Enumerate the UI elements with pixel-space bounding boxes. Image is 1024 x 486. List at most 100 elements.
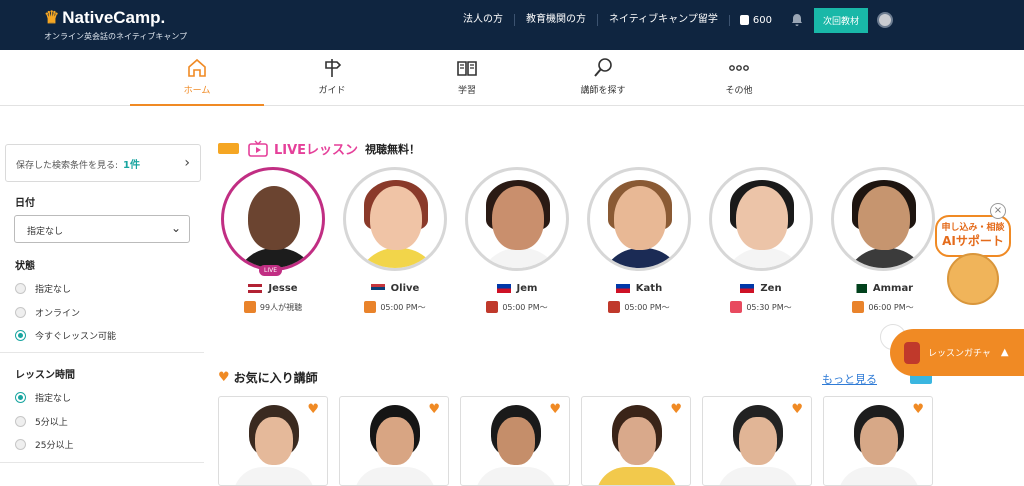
corporate-link[interactable]: 法人の方 — [452, 14, 514, 26]
more-icon — [729, 65, 749, 71]
status-option-label: オンライン — [35, 309, 81, 319]
nav-find-teacher[interactable]: 講師を探す — [536, 50, 670, 106]
live-teacher-card[interactable]: LIVE Jesse 99人が視聴 — [218, 167, 328, 313]
lesson-time-option-5min[interactable]: 5分以上 — [15, 415, 68, 428]
nav-home[interactable]: ホーム — [130, 50, 264, 106]
mascot-icon[interactable] — [947, 253, 999, 305]
nav-guide[interactable]: ガイド — [265, 50, 399, 106]
ai-support-widget[interactable]: 申し込み・相談 AIサポート × — [934, 203, 1012, 305]
us-flag-icon — [248, 284, 263, 293]
nav-other[interactable]: その他 — [672, 50, 806, 106]
ph-flag-icon — [740, 284, 755, 293]
bell-icon[interactable] — [790, 13, 804, 27]
logo[interactable]: ♛ NativeCamp. — [44, 8, 165, 28]
nav-home-label: ホーム — [183, 86, 211, 96]
crown-icon: ♛ — [44, 8, 60, 27]
live-teacher-card[interactable]: Jem 05:00 PM〜 — [462, 167, 572, 313]
schedule-icon — [730, 301, 743, 313]
study-abroad-link[interactable]: ネイティブキャンプ留学 — [596, 14, 729, 26]
nav-find-teacher-label: 講師を探す — [580, 86, 626, 96]
favorite-teacher-card[interactable]: ♥ — [823, 396, 933, 486]
heart-icon[interactable]: ♥ — [428, 402, 440, 417]
heart-icon[interactable]: ♥ — [670, 402, 682, 417]
date-select[interactable]: 指定なし ⌄ — [14, 215, 190, 243]
teacher-meta: 99人が視聴 — [259, 302, 303, 312]
pk-flag-icon — [852, 284, 867, 293]
chevron-right-icon: › — [184, 155, 190, 171]
main-nav: ホーム ガイド 学習 講師を探す その他 — [0, 50, 1024, 106]
live-teacher-card[interactable]: Zen 05:30 PM〜 — [706, 167, 816, 313]
lesson-time-option-label: 25分以上 — [35, 441, 74, 451]
chevron-up-icon: ▲ — [1000, 347, 1009, 358]
lesson-time-option-label: 指定なし — [35, 394, 72, 404]
radio-selected-icon — [15, 330, 26, 341]
ph-flag-icon — [615, 284, 630, 293]
favorite-teacher-card[interactable]: ♥ — [218, 396, 328, 486]
radio-icon — [15, 307, 26, 318]
teacher-photo — [587, 167, 691, 271]
favorite-teacher-card[interactable]: ♥ — [702, 396, 812, 486]
teacher-name: Zen — [760, 283, 782, 294]
favorites-title: お気に入り講師 — [233, 371, 318, 385]
ticket-icon — [218, 143, 239, 154]
status-option-online[interactable]: オンライン — [15, 306, 80, 319]
nav-study[interactable]: 学習 — [400, 50, 534, 106]
viewers-icon — [243, 301, 256, 313]
see-more-link[interactable]: もっと見る — [822, 371, 877, 387]
teacher-photo — [343, 167, 447, 271]
live-teacher-card[interactable]: Olive 05:00 PM〜 — [340, 167, 450, 313]
favorite-teacher-card[interactable]: ♥ — [460, 396, 570, 486]
nav-study-label: 学習 — [457, 86, 476, 96]
saved-search-label: 保存した検索条件を見る: — [16, 161, 119, 171]
divider — [0, 462, 204, 463]
live-lesson-title: LIVEレッスン — [274, 143, 359, 158]
teacher-name: Jem — [516, 283, 538, 294]
schedule-icon — [486, 301, 499, 313]
user-avatar[interactable] — [877, 12, 893, 28]
favorites-header: ♥ お気に入り講師 — [218, 369, 318, 386]
coin-balance[interactable]: 600 — [728, 14, 782, 26]
next-material-button[interactable]: 次回教材 — [813, 7, 868, 33]
radio-icon — [15, 416, 26, 427]
ai-support-line2: AIサポート — [942, 234, 1004, 248]
close-icon[interactable]: × — [990, 203, 1006, 219]
teacher-name: Ammar — [872, 283, 914, 294]
heart-icon[interactable]: ♥ — [549, 402, 561, 417]
saved-search-button[interactable]: 保存した検索条件を見る: 1件 › — [5, 144, 201, 182]
top-header: ♛ NativeCamp. オンライン英会話のネイティブキャンプ 法人の方 教育機… — [0, 0, 1024, 50]
ai-support-line1: 申し込み・相談 — [941, 223, 1005, 233]
teacher-meta: 05:00 PM〜 — [502, 302, 548, 312]
radio-icon — [15, 283, 26, 294]
teacher-meta: 05:00 PM〜 — [380, 302, 426, 312]
heart-icon[interactable]: ♥ — [307, 402, 319, 417]
ph-flag-icon — [496, 284, 511, 293]
live-badge: LIVE — [259, 265, 283, 276]
heart-icon[interactable]: ♥ — [912, 402, 924, 417]
live-lesson-header: LIVEレッスン 視聴無料！ — [218, 139, 420, 158]
radio-icon — [15, 439, 26, 450]
live-teacher-card[interactable]: Kath 05:00 PM〜 — [584, 167, 694, 313]
radio-selected-icon — [15, 392, 26, 403]
heart-icon[interactable]: ♥ — [791, 402, 803, 417]
teacher-name: Kath — [635, 283, 663, 294]
favorite-teacher-card[interactable]: ♥ — [339, 396, 449, 486]
status-option-none[interactable]: 指定なし — [15, 282, 71, 295]
favorite-teacher-card[interactable]: ♥ — [581, 396, 691, 486]
teacher-name: Olive — [390, 283, 420, 294]
live-teacher-card[interactable]: Ammar 06:00 PM〜 — [828, 167, 938, 313]
status-option-available-now[interactable]: 今すぐレッスン可能 — [15, 329, 116, 342]
lesson-time-option-25min[interactable]: 25分以上 — [15, 438, 73, 451]
search-icon — [594, 58, 612, 77]
teacher-meta: 05:30 PM〜 — [746, 302, 792, 312]
teacher-photo — [709, 167, 813, 271]
lesson-time-option-none[interactable]: 指定なし — [15, 391, 71, 404]
signpost-icon — [325, 59, 342, 77]
ai-support-bubble[interactable]: 申し込み・相談 AIサポート — [935, 215, 1011, 257]
tv-icon — [248, 140, 268, 157]
education-link[interactable]: 教育機関の方 — [513, 14, 597, 26]
coin-icon — [739, 15, 749, 25]
status-option-label: 指定なし — [35, 285, 72, 295]
lesson-gacha-button[interactable]: レッスンガチャ ▲ — [890, 329, 1024, 376]
header-links: 法人の方 教育機関の方 ネイティブキャンプ留学 600 次回教材 — [452, 0, 1024, 40]
lesson-gacha-label: レッスンガチャ — [928, 349, 991, 359]
